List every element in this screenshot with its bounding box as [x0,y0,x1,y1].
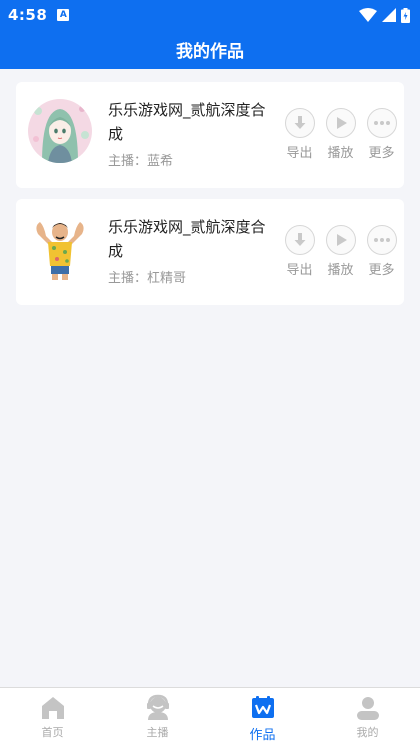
play-icon [336,234,347,246]
download-icon [294,233,305,246]
export-button[interactable]: 导出 [279,225,320,278]
more-button[interactable]: 更多 [361,108,402,161]
tab-label: 我的 [356,726,379,739]
host-icon [146,694,169,720]
track-title: 乐乐游戏网_贰航深度合成 [108,218,266,260]
more-icon [373,238,390,242]
host-avatar [28,99,92,163]
page-title: 我的作品 [176,42,244,62]
play-button[interactable]: 播放 [320,225,361,278]
host-avatar [28,216,92,280]
play-label: 播放 [327,146,354,161]
track-actions: 导出 播放 更多 [279,225,402,278]
tab-label: 主播 [146,726,169,739]
status-bar: 4:58 A [0,0,420,30]
track-actions: 导出 播放 更多 [279,108,402,161]
works-icon [251,696,274,718]
tab-home[interactable]: 首页 [0,688,105,746]
more-icon [373,121,390,125]
status-time: 4:58 [8,6,48,24]
track-card[interactable]: 乐乐游戏网_贰航深度合成 主播：杠精哥 导出 播放 更多 [16,199,404,305]
home-icon [41,697,64,719]
tab-label: 作品 [249,728,276,743]
track-host: 主播：蓝希 [108,154,174,169]
more-button[interactable]: 更多 [361,225,402,278]
tab-profile[interactable]: 我的 [315,688,420,746]
wifi-icon [359,8,377,22]
tab-works[interactable]: 作品 [210,688,315,746]
bottom-tab-bar: 首页 主播 作品 我的 [0,687,420,746]
export-label: 导出 [286,146,313,161]
export-button[interactable]: 导出 [279,108,320,161]
signal-icon [382,8,396,22]
tab-host[interactable]: 主播 [105,688,210,746]
more-label: 更多 [368,263,395,278]
app-bar: 我的作品 [0,30,420,69]
play-icon [336,117,347,129]
profile-icon [356,697,379,720]
play-label: 播放 [327,263,354,278]
track-host: 主播：杠精哥 [108,271,187,286]
tab-label: 首页 [41,726,64,739]
download-icon [294,116,305,129]
export-label: 导出 [286,263,313,278]
battery-icon [401,7,410,23]
track-title: 乐乐游戏网_贰航深度合成 [108,101,266,143]
more-label: 更多 [368,146,395,161]
play-button[interactable]: 播放 [320,108,361,161]
notification-badge-icon: A [57,9,70,21]
track-card[interactable]: 乐乐游戏网_贰航深度合成 主播：蓝希 导出 播放 更多 [16,82,404,188]
